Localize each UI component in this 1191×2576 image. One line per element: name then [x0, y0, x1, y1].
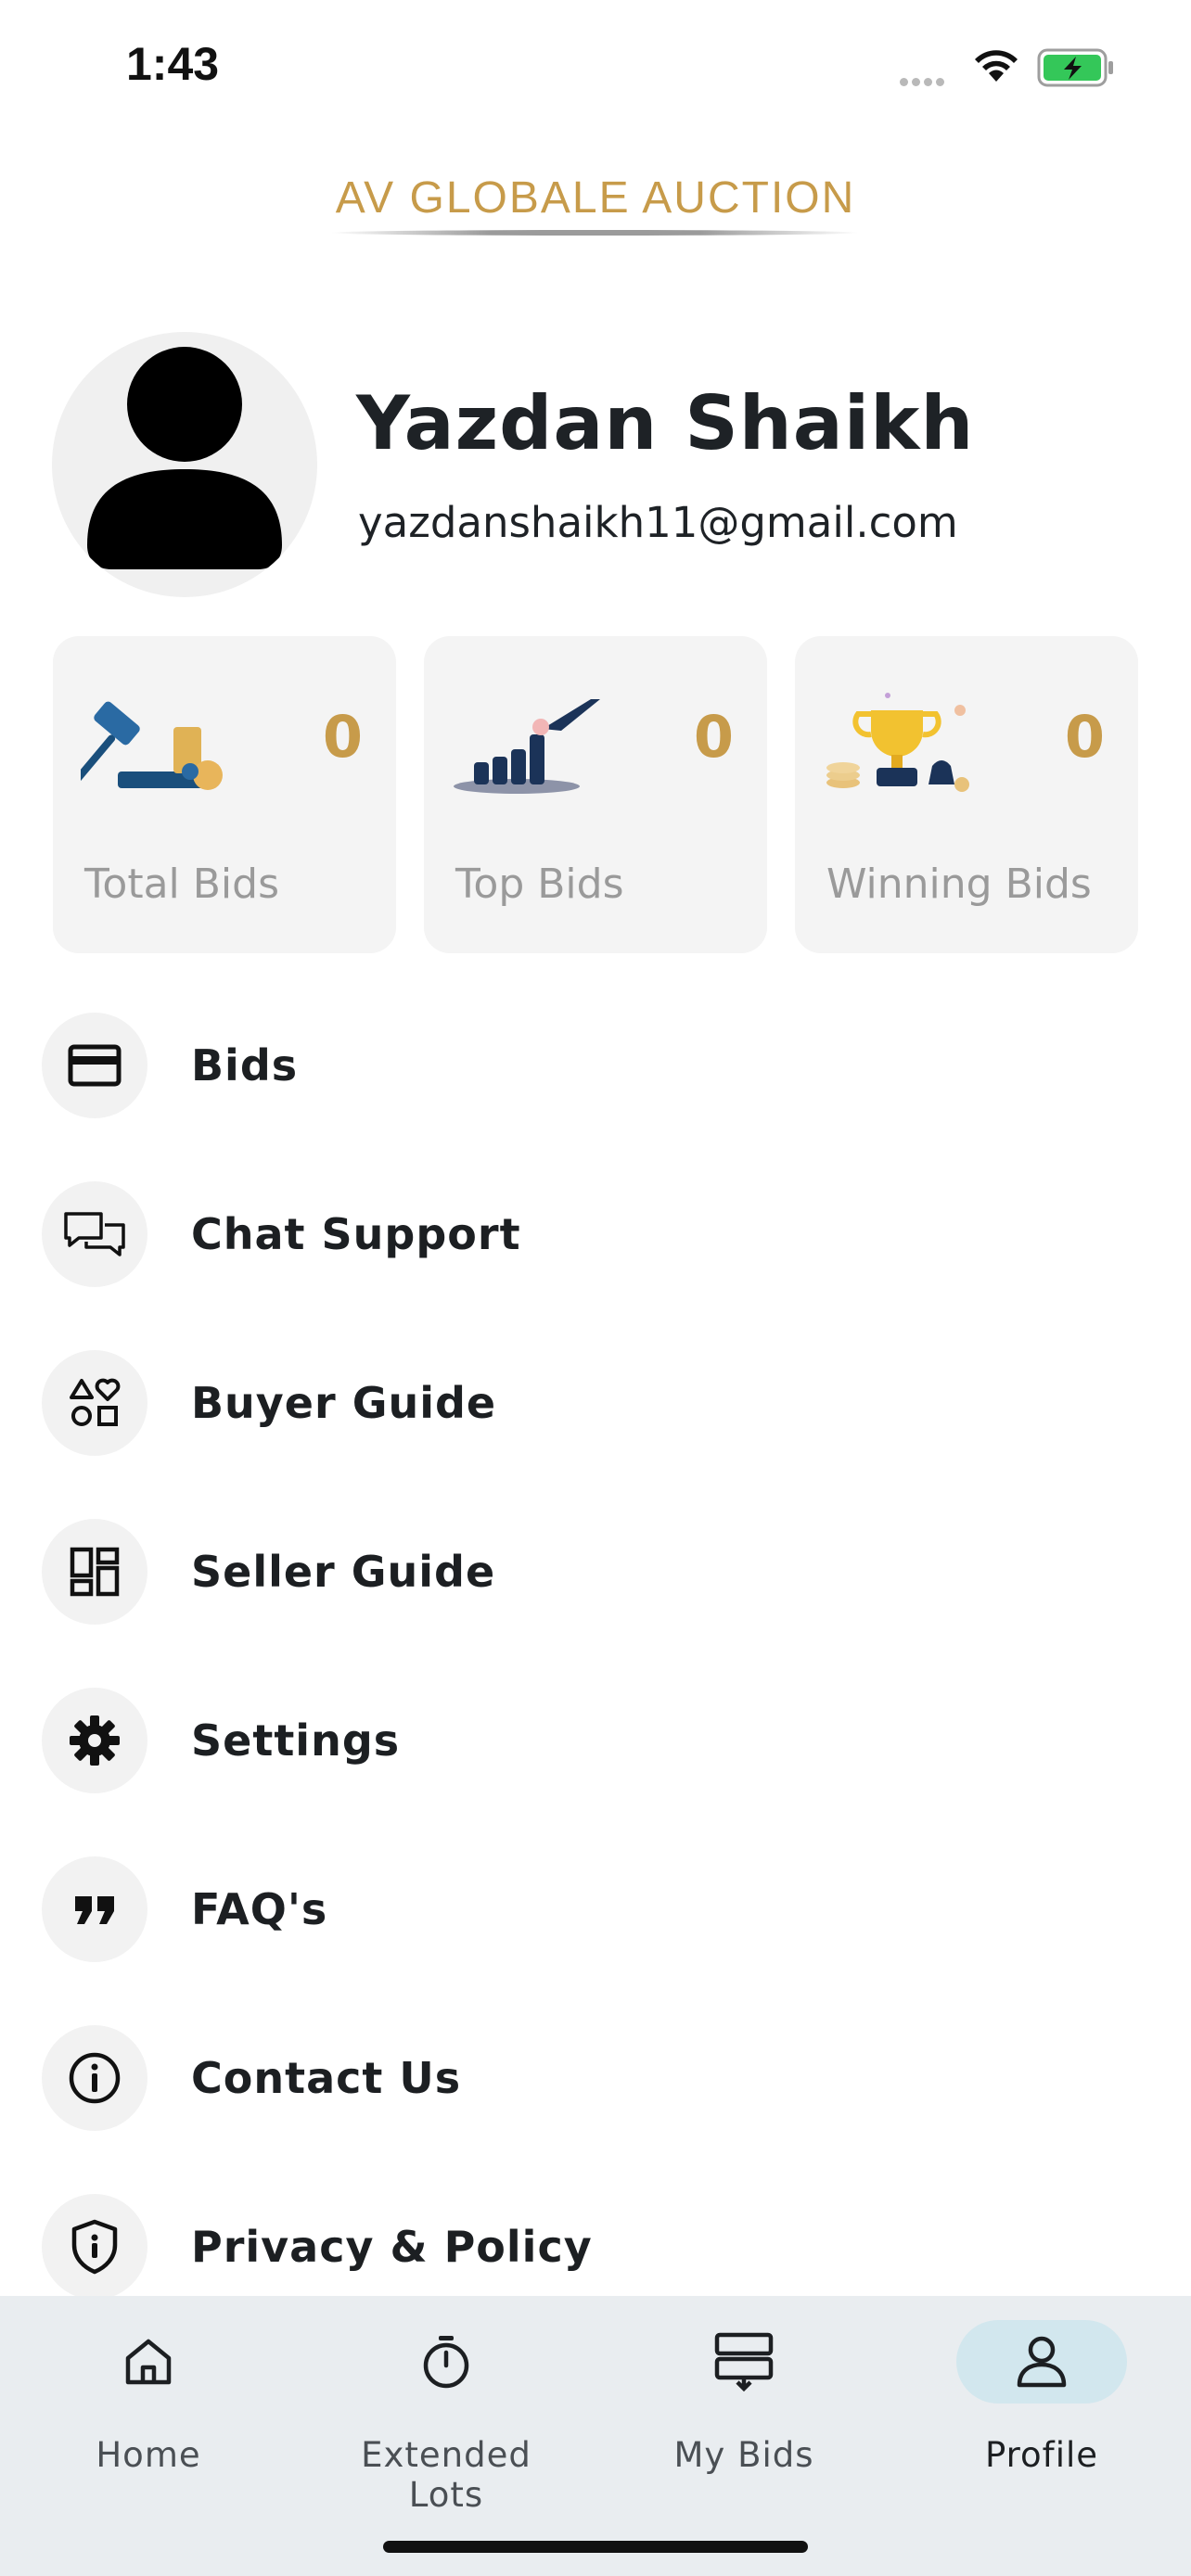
dashboard-icon: [42, 1519, 147, 1625]
stat-value: 0: [1064, 703, 1105, 771]
gavel-coins-icon: [81, 701, 223, 793]
person-icon: [1017, 2336, 1067, 2388]
shield-icon: [42, 2194, 147, 2300]
stat-card-winning-bids[interactable]: 0 Winning Bids: [795, 636, 1138, 953]
nav-label: Profile: [984, 2435, 1099, 2475]
person-silhouette-icon: [87, 347, 282, 569]
menu-label: Bids: [191, 1040, 299, 1090]
avatar[interactable]: [52, 332, 317, 597]
stat-card-total-bids[interactable]: 0 Total Bids: [53, 636, 396, 953]
menu-item-seller-guide[interactable]: Seller Guide: [0, 1502, 1191, 1641]
menu-item-faqs[interactable]: FAQ's: [0, 1840, 1191, 1979]
info-icon: [42, 2025, 147, 2131]
user-name: Yazdan Shaikh: [356, 380, 975, 466]
trophy-icon: [826, 693, 969, 792]
signal-dots-icon: [900, 72, 948, 90]
stat-label: Winning Bids: [826, 861, 1092, 908]
coin-stacks-icon: [454, 699, 600, 794]
nav-label: My Bids: [673, 2435, 814, 2475]
chat-bubbles-icon: [42, 1181, 147, 1287]
battery-charging-icon: [1037, 48, 1113, 87]
stat-value: 0: [693, 703, 734, 771]
stat-value: 0: [322, 703, 363, 771]
menu-label: Contact Us: [191, 2053, 462, 2103]
menu-item-contact-us[interactable]: Contact Us: [0, 2009, 1191, 2148]
shapes-icon: [42, 1350, 147, 1456]
menu-item-buyer-guide[interactable]: Buyer Guide: [0, 1333, 1191, 1473]
home-icon: [125, 2339, 172, 2385]
status-bar: 1:43: [0, 0, 1191, 139]
nav-label: Extended Lots: [361, 2435, 531, 2515]
stack-download-icon: [714, 2332, 774, 2392]
menu-label: Seller Guide: [191, 1547, 496, 1597]
gear-icon: [42, 1688, 147, 1793]
menu-item-settings[interactable]: Settings: [0, 1671, 1191, 1810]
menu-label: Chat Support: [191, 1209, 521, 1259]
nav-my-bids[interactable]: My Bids: [623, 2320, 864, 2487]
menu-label: Buyer Guide: [191, 1378, 497, 1428]
wifi-icon: [975, 50, 1018, 82]
nav-profile[interactable]: Profile: [921, 2320, 1162, 2487]
brand-underline: [330, 230, 859, 236]
menu-label: Privacy & Policy: [191, 2222, 593, 2272]
stat-label: Top Bids: [455, 861, 624, 908]
user-email: yazdanshaikh11@gmail.com: [358, 498, 958, 547]
nav-extended-lots[interactable]: Extended Lots: [326, 2320, 567, 2515]
stat-label: Total Bids: [84, 861, 280, 908]
card-icon: [42, 1013, 147, 1118]
stopwatch-icon: [423, 2336, 469, 2389]
home-indicator: [383, 2541, 808, 2553]
brand-title: AV GLOBALE AUCTION: [335, 173, 856, 223]
menu-item-bids[interactable]: Bids: [0, 996, 1191, 1135]
status-time: 1:43: [126, 38, 220, 90]
nav-label: Home: [96, 2435, 201, 2475]
quote-icon: [42, 1856, 147, 1962]
bottom-nav: Home Extended Lots My Bids Profile: [0, 2296, 1191, 2576]
nav-home[interactable]: Home: [28, 2320, 269, 2487]
menu-label: FAQ's: [191, 1884, 328, 1934]
menu-label: Settings: [191, 1715, 401, 1766]
stat-card-top-bids[interactable]: 0 Top Bids: [424, 636, 767, 953]
menu-item-chat-support[interactable]: Chat Support: [0, 1165, 1191, 1304]
